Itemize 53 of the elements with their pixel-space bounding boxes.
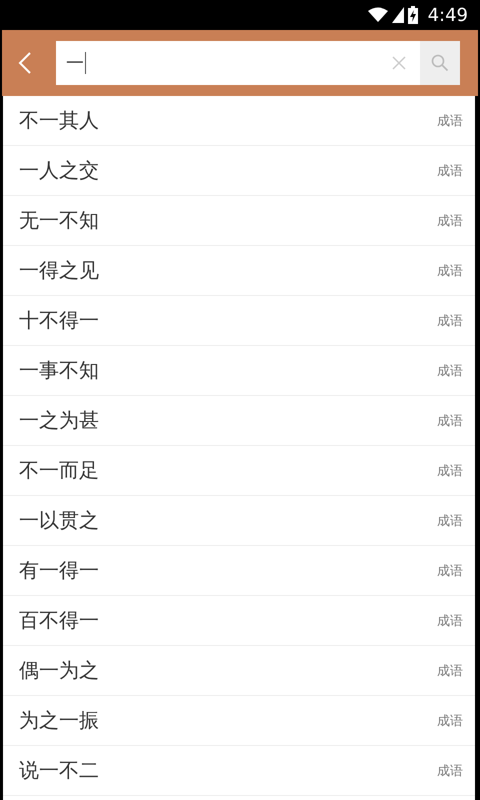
category-label: 成语 <box>437 762 463 780</box>
result-row[interactable]: 百不得一 成语 <box>3 596 475 646</box>
result-row[interactable]: 一之为甚 成语 <box>3 396 475 446</box>
idiom-text: 十不得一 <box>19 307 99 334</box>
result-row[interactable]: 一人之交 成语 <box>3 146 475 196</box>
text-cursor <box>85 52 86 74</box>
search-field[interactable]: 一 <box>56 41 420 85</box>
result-row[interactable]: 不一而足 成语 <box>3 446 475 496</box>
clock-time: 4:49 <box>428 4 468 26</box>
idiom-text: 一事不知 <box>19 357 99 384</box>
result-row[interactable]: 无一不知 成语 <box>3 196 475 246</box>
idiom-text: 有一得一 <box>19 557 99 584</box>
back-icon[interactable] <box>18 51 32 75</box>
category-label: 成语 <box>437 262 463 280</box>
result-row[interactable]: 偶一为之 成语 <box>3 646 475 696</box>
idiom-text: 百不得一 <box>19 607 99 634</box>
idiom-text: 不一其人 <box>19 107 99 134</box>
idiom-text: 一之为甚 <box>19 407 99 434</box>
result-row[interactable]: 一事不知 成语 <box>3 346 475 396</box>
battery-icon <box>408 6 418 24</box>
category-label: 成语 <box>437 512 463 530</box>
category-label: 成语 <box>437 412 463 430</box>
category-label: 成语 <box>437 362 463 380</box>
idiom-text: 无一不知 <box>19 207 99 234</box>
search-button[interactable] <box>420 41 460 85</box>
idiom-text: 说一不二 <box>19 757 99 784</box>
category-label: 成语 <box>437 712 463 730</box>
category-label: 成语 <box>437 562 463 580</box>
idiom-text: 不一而足 <box>19 457 99 484</box>
category-label: 成语 <box>437 462 463 480</box>
result-row[interactable]: 一得之见 成语 <box>3 246 475 296</box>
signal-icon <box>392 7 404 23</box>
category-label: 成语 <box>437 612 463 630</box>
category-label: 成语 <box>437 112 463 130</box>
search-icon <box>431 54 449 72</box>
result-row[interactable]: 不一其人 成语 <box>3 96 475 146</box>
clear-icon[interactable] <box>392 56 406 70</box>
result-row[interactable]: 一以贯之 成语 <box>3 496 475 546</box>
result-row[interactable]: 为之一振 成语 <box>3 696 475 746</box>
wifi-icon <box>368 7 388 23</box>
idiom-text: 一人之交 <box>19 157 99 184</box>
idiom-text: 偶一为之 <box>19 657 99 684</box>
category-label: 成语 <box>437 162 463 180</box>
category-label: 成语 <box>437 662 463 680</box>
category-label: 成语 <box>437 312 463 330</box>
result-row[interactable]: 说一不二 成语 <box>3 746 475 796</box>
result-row[interactable]: 十不得一 成语 <box>3 296 475 346</box>
category-label: 成语 <box>437 212 463 230</box>
idiom-text: 一得之见 <box>19 257 99 284</box>
search-text: 一 <box>66 52 84 75</box>
idiom-text: 为之一振 <box>19 707 99 734</box>
result-row[interactable]: 有一得一 成语 <box>3 546 475 596</box>
idiom-text: 一以贯之 <box>19 507 99 534</box>
